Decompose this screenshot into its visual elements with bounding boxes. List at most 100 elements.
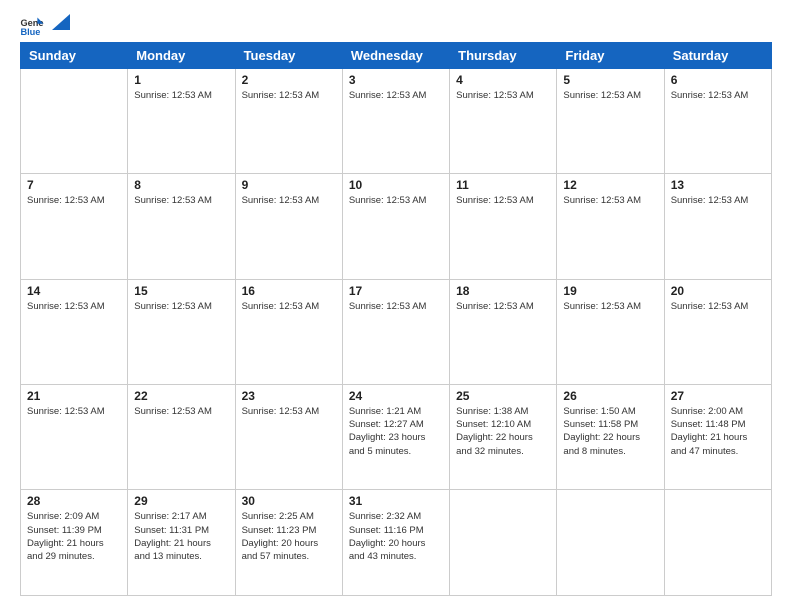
svg-text:Blue: Blue [20, 27, 40, 36]
day-info: Sunrise: 12:53 AM [27, 300, 121, 313]
day-info: Sunrise: 12:53 AM [134, 405, 228, 418]
calendar-header-thursday: Thursday [450, 43, 557, 69]
calendar-table: SundayMondayTuesdayWednesdayThursdayFrid… [20, 42, 772, 596]
calendar-week-row: 21Sunrise: 12:53 AM22Sunrise: 12:53 AM23… [21, 384, 772, 490]
day-info: Sunrise: 12:53 AM [242, 89, 336, 102]
day-number: 31 [349, 494, 443, 508]
day-info: Sunrise: 12:53 AM [456, 194, 550, 207]
calendar-cell: 14 Sunrise: 12:53 AM [21, 279, 128, 384]
day-info: Sunrise: 12:53 AM [242, 405, 336, 418]
calendar-cell: 22 Sunrise: 12:53 AM [128, 384, 235, 490]
logo-icon: General Blue [20, 16, 44, 36]
day-info: Sunrise: 12:53 AM [349, 194, 443, 207]
day-number: 19 [563, 284, 657, 298]
day-info: Sunrise: 12:53 AM [563, 194, 657, 207]
day-number: 8 [134, 178, 228, 192]
day-info: Sunrise: 12:53 AM [242, 194, 336, 207]
day-info: Sunrise: 2:25 AMSunset: 11:23 PMDaylight… [242, 510, 336, 563]
day-info: Sunrise: 12:53 AM [563, 300, 657, 313]
calendar-week-row: 28Sunrise: 2:09 AMSunset: 11:39 PMDaylig… [21, 490, 772, 596]
calendar-cell: 1 Sunrise: 12:53 AM [128, 69, 235, 174]
calendar-header-saturday: Saturday [664, 43, 771, 69]
calendar-cell: 4Sunrise: 12:53 AM [450, 69, 557, 174]
day-info: Sunrise: 12:53 AM [349, 89, 443, 102]
calendar-cell: 15 Sunrise: 12:53 AM [128, 279, 235, 384]
day-number: 15 [134, 284, 228, 298]
day-info: Sunrise: 2:32 AMSunset: 11:16 PMDaylight… [349, 510, 443, 563]
calendar-cell: 16 Sunrise: 12:53 AM [235, 279, 342, 384]
calendar-week-row: 1 Sunrise: 12:53 AM 2 Sunrise: 12:53 AM 3 Sun… [21, 69, 772, 174]
calendar-cell: 13Sunrise: 12:53 AM [664, 174, 771, 279]
day-number: 6 [671, 73, 765, 87]
day-number: 29 [134, 494, 228, 508]
day-info: Sunrise: 12:53 AM [671, 300, 765, 313]
calendar-cell: 10 Sunrise: 12:53 AM [342, 174, 449, 279]
day-info: Sunrise: 1:21 AMSunset: 12:27 AMDaylight… [349, 405, 443, 458]
day-number: 1 [134, 73, 228, 87]
calendar-cell: 20 Sunrise: 12:53 AM [664, 279, 771, 384]
logo-triangle-icon [52, 14, 70, 30]
day-info: Sunrise: 2:17 AMSunset: 11:31 PMDaylight… [134, 510, 228, 563]
day-info: Sunrise: 12:53 AM [27, 194, 121, 207]
day-number: 22 [134, 389, 228, 403]
day-number: 11 [456, 178, 550, 192]
day-info: Sunrise: 1:50 AMSunset: 11:58 PMDaylight… [563, 405, 657, 458]
calendar-cell: 18 Sunrise: 12:53 AM [450, 279, 557, 384]
day-number: 24 [349, 389, 443, 403]
day-info: Sunrise: 12:53 AM [349, 300, 443, 313]
calendar-cell: 27Sunrise: 2:00 AMSunset: 11:48 PMDaylig… [664, 384, 771, 490]
calendar-cell: 28Sunrise: 2:09 AMSunset: 11:39 PMDaylig… [21, 490, 128, 596]
day-info: Sunrise: 12:53 AM [242, 300, 336, 313]
day-number: 20 [671, 284, 765, 298]
day-number: 14 [27, 284, 121, 298]
day-info: Sunrise: 12:53 AM [671, 89, 765, 102]
calendar-cell: 12 Sunrise: 12:53 AM [557, 174, 664, 279]
day-info: Sunrise: 2:00 AMSunset: 11:48 PMDaylight… [671, 405, 765, 458]
day-info: Sunrise: 12:53 AM [456, 300, 550, 313]
calendar-header-friday: Friday [557, 43, 664, 69]
calendar-cell: 7 Sunrise: 12:53 AM [21, 174, 128, 279]
calendar-cell [21, 69, 128, 174]
day-number: 5 [563, 73, 657, 87]
day-info: Sunrise: 12:53 AM [134, 300, 228, 313]
calendar-cell: 11 Sunrise: 12:53 AM [450, 174, 557, 279]
day-info: Sunrise: 12:53 AM [27, 405, 121, 418]
calendar-cell: 29 Sunrise: 2:17 AMSunset: 11:31 PMDaylig… [128, 490, 235, 596]
page: General Blue SundayMondayTuesdayWednesda… [0, 0, 792, 612]
day-number: 30 [242, 494, 336, 508]
calendar-header-tuesday: Tuesday [235, 43, 342, 69]
day-info: Sunrise: 12:53 AM [134, 194, 228, 207]
header: General Blue [20, 16, 772, 36]
calendar-cell: 2 Sunrise: 12:53 AM [235, 69, 342, 174]
day-number: 9 [242, 178, 336, 192]
day-info: Sunrise: 12:53 AM [563, 89, 657, 102]
calendar-cell: 9 Sunrise: 12:53 AM [235, 174, 342, 279]
day-number: 4 [456, 73, 550, 87]
day-number: 3 [349, 73, 443, 87]
day-number: 16 [242, 284, 336, 298]
calendar-cell: 8 Sunrise: 12:53 AM [128, 174, 235, 279]
day-info: Sunrise: 2:09 AMSunset: 11:39 PMDaylight… [27, 510, 121, 563]
calendar-cell: 23 Sunrise: 12:53 AM [235, 384, 342, 490]
day-info: Sunrise: 1:38 AMSunset: 12:10 AMDaylight… [456, 405, 550, 458]
day-number: 18 [456, 284, 550, 298]
day-number: 7 [27, 178, 121, 192]
day-number: 2 [242, 73, 336, 87]
day-info: Sunrise: 12:53 AM [134, 89, 228, 102]
calendar-cell: 25 Sunrise: 1:38 AMSunset: 12:10 AMDaylig… [450, 384, 557, 490]
calendar-cell: 17Sunrise: 12:53 AM [342, 279, 449, 384]
day-number: 21 [27, 389, 121, 403]
calendar-cell: 30 Sunrise: 2:25 AMSunset: 11:23 PMDaylig… [235, 490, 342, 596]
calendar-cell: 26Sunrise: 1:50 AMSunset: 11:58 PMDaylig… [557, 384, 664, 490]
day-number: 12 [563, 178, 657, 192]
calendar-cell [450, 490, 557, 596]
calendar-header-sunday: Sunday [21, 43, 128, 69]
day-number: 25 [456, 389, 550, 403]
calendar-header-row: SundayMondayTuesdayWednesdayThursdayFrid… [21, 43, 772, 69]
calendar-cell: 6 Sunrise: 12:53 AM [664, 69, 771, 174]
calendar-header-wednesday: Wednesday [342, 43, 449, 69]
day-number: 10 [349, 178, 443, 192]
logo: General Blue [20, 16, 70, 36]
day-info: Sunrise: 12:53 AM [671, 194, 765, 207]
day-number: 23 [242, 389, 336, 403]
